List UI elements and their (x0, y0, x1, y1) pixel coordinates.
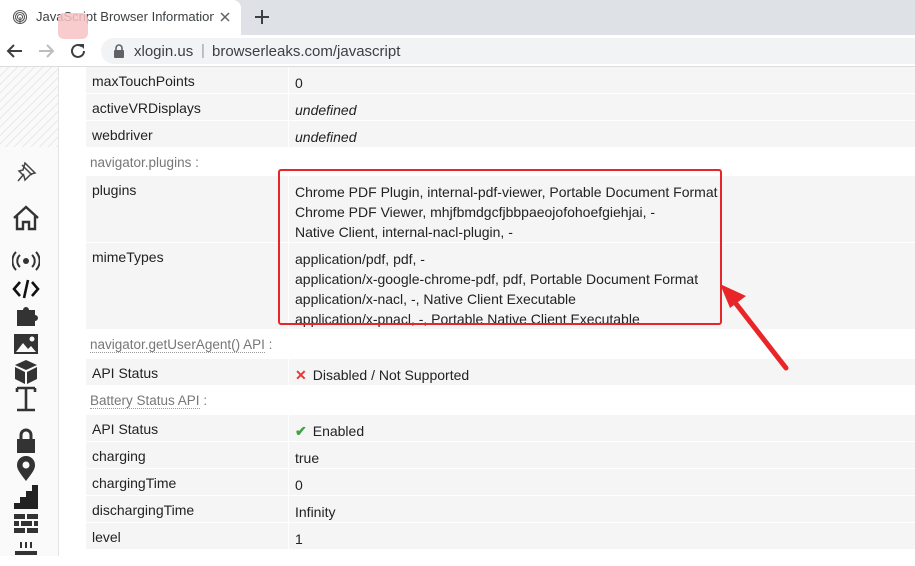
chart-steps-icon[interactable] (12, 484, 40, 510)
table-row: API Status ✔ Enabled (86, 415, 915, 442)
row-key: level (92, 529, 121, 545)
extension-badge-icon[interactable] (58, 13, 88, 39)
url-path: browserleaks.com/javascript (212, 43, 401, 60)
browser-toolbar: xlogin.us | browserleaks.com/javascript (0, 35, 915, 67)
back-icon[interactable] (6, 42, 24, 60)
cube-icon[interactable] (12, 359, 40, 385)
broadcast-icon[interactable] (12, 248, 40, 274)
close-tab-icon[interactable] (217, 9, 233, 25)
row-key: webdriver (92, 127, 153, 143)
browser-tab[interactable]: JavaScript Browser Information (0, 0, 241, 35)
annotation-highlight-box (278, 169, 722, 325)
url-separator: | (201, 42, 205, 59)
row-value: 0 (295, 75, 303, 91)
row-value: 0 (295, 477, 303, 493)
section-header-plugins: navigator.plugins : (90, 155, 199, 170)
table-row: webdriver undefined (86, 121, 915, 148)
puzzle-icon[interactable] (12, 303, 40, 329)
pin-icon[interactable] (12, 159, 40, 185)
coffee-icon[interactable] (12, 540, 40, 566)
code-icon[interactable] (12, 276, 40, 302)
x-mark-icon: ✕ (295, 367, 307, 383)
image-icon[interactable] (12, 331, 40, 357)
home-icon[interactable] (12, 205, 40, 231)
check-mark-icon: ✔ (295, 423, 307, 439)
row-key: maxTouchPoints (92, 73, 195, 89)
table-row: dischargingTime Infinity (86, 496, 915, 523)
map-pin-icon[interactable] (12, 456, 40, 482)
annotation-arrow-icon (720, 284, 789, 371)
text-icon[interactable] (12, 386, 40, 412)
row-value: true (295, 450, 320, 466)
new-tab-icon[interactable] (253, 8, 271, 26)
row-value: undefined (295, 102, 357, 118)
row-key: API Status (92, 365, 159, 381)
section-header-useragent: navigator.getUserAgent() API : (90, 337, 273, 353)
table-row: charging true (86, 442, 915, 469)
sidebar-hatch (0, 67, 58, 147)
forward-icon[interactable] (37, 42, 55, 60)
row-value: undefined (295, 129, 357, 145)
row-value: ✕ Disabled / Not Supported (295, 367, 470, 383)
battery-header-link[interactable]: Battery Status API (90, 393, 200, 409)
row-key: charging (92, 448, 146, 464)
useragent-header-link[interactable]: navigator.getUserAgent() API (90, 337, 265, 353)
row-value: Infinity (295, 504, 336, 520)
brick-wall-icon[interactable] (12, 512, 40, 538)
table-row: level 1 (86, 523, 915, 550)
table-row: maxTouchPoints 0 (86, 67, 915, 94)
table-row: activeVRDisplays undefined (86, 94, 915, 121)
reload-icon[interactable] (69, 42, 87, 60)
url-host: xlogin.us (134, 43, 194, 60)
fingerprint-icon (12, 9, 28, 25)
row-key: plugins (92, 182, 137, 198)
row-key: dischargingTime (92, 502, 195, 518)
table-row: chargingTime 0 (86, 469, 915, 496)
row-value: ✔ Enabled (295, 423, 365, 439)
row-value: 1 (295, 531, 303, 547)
row-key: API Status (92, 421, 159, 437)
address-bar[interactable]: xlogin.us | browserleaks.com/javascript (101, 38, 915, 64)
section-header-battery: Battery Status API : (90, 393, 208, 409)
lock-nav-icon[interactable] (12, 428, 40, 454)
site-sidebar (0, 67, 59, 556)
row-key: mimeTypes (92, 249, 164, 265)
tab-strip: JavaScript Browser Information (0, 0, 915, 35)
lock-icon (114, 44, 124, 58)
row-key: chargingTime (92, 475, 177, 491)
row-key: activeVRDisplays (92, 100, 201, 116)
